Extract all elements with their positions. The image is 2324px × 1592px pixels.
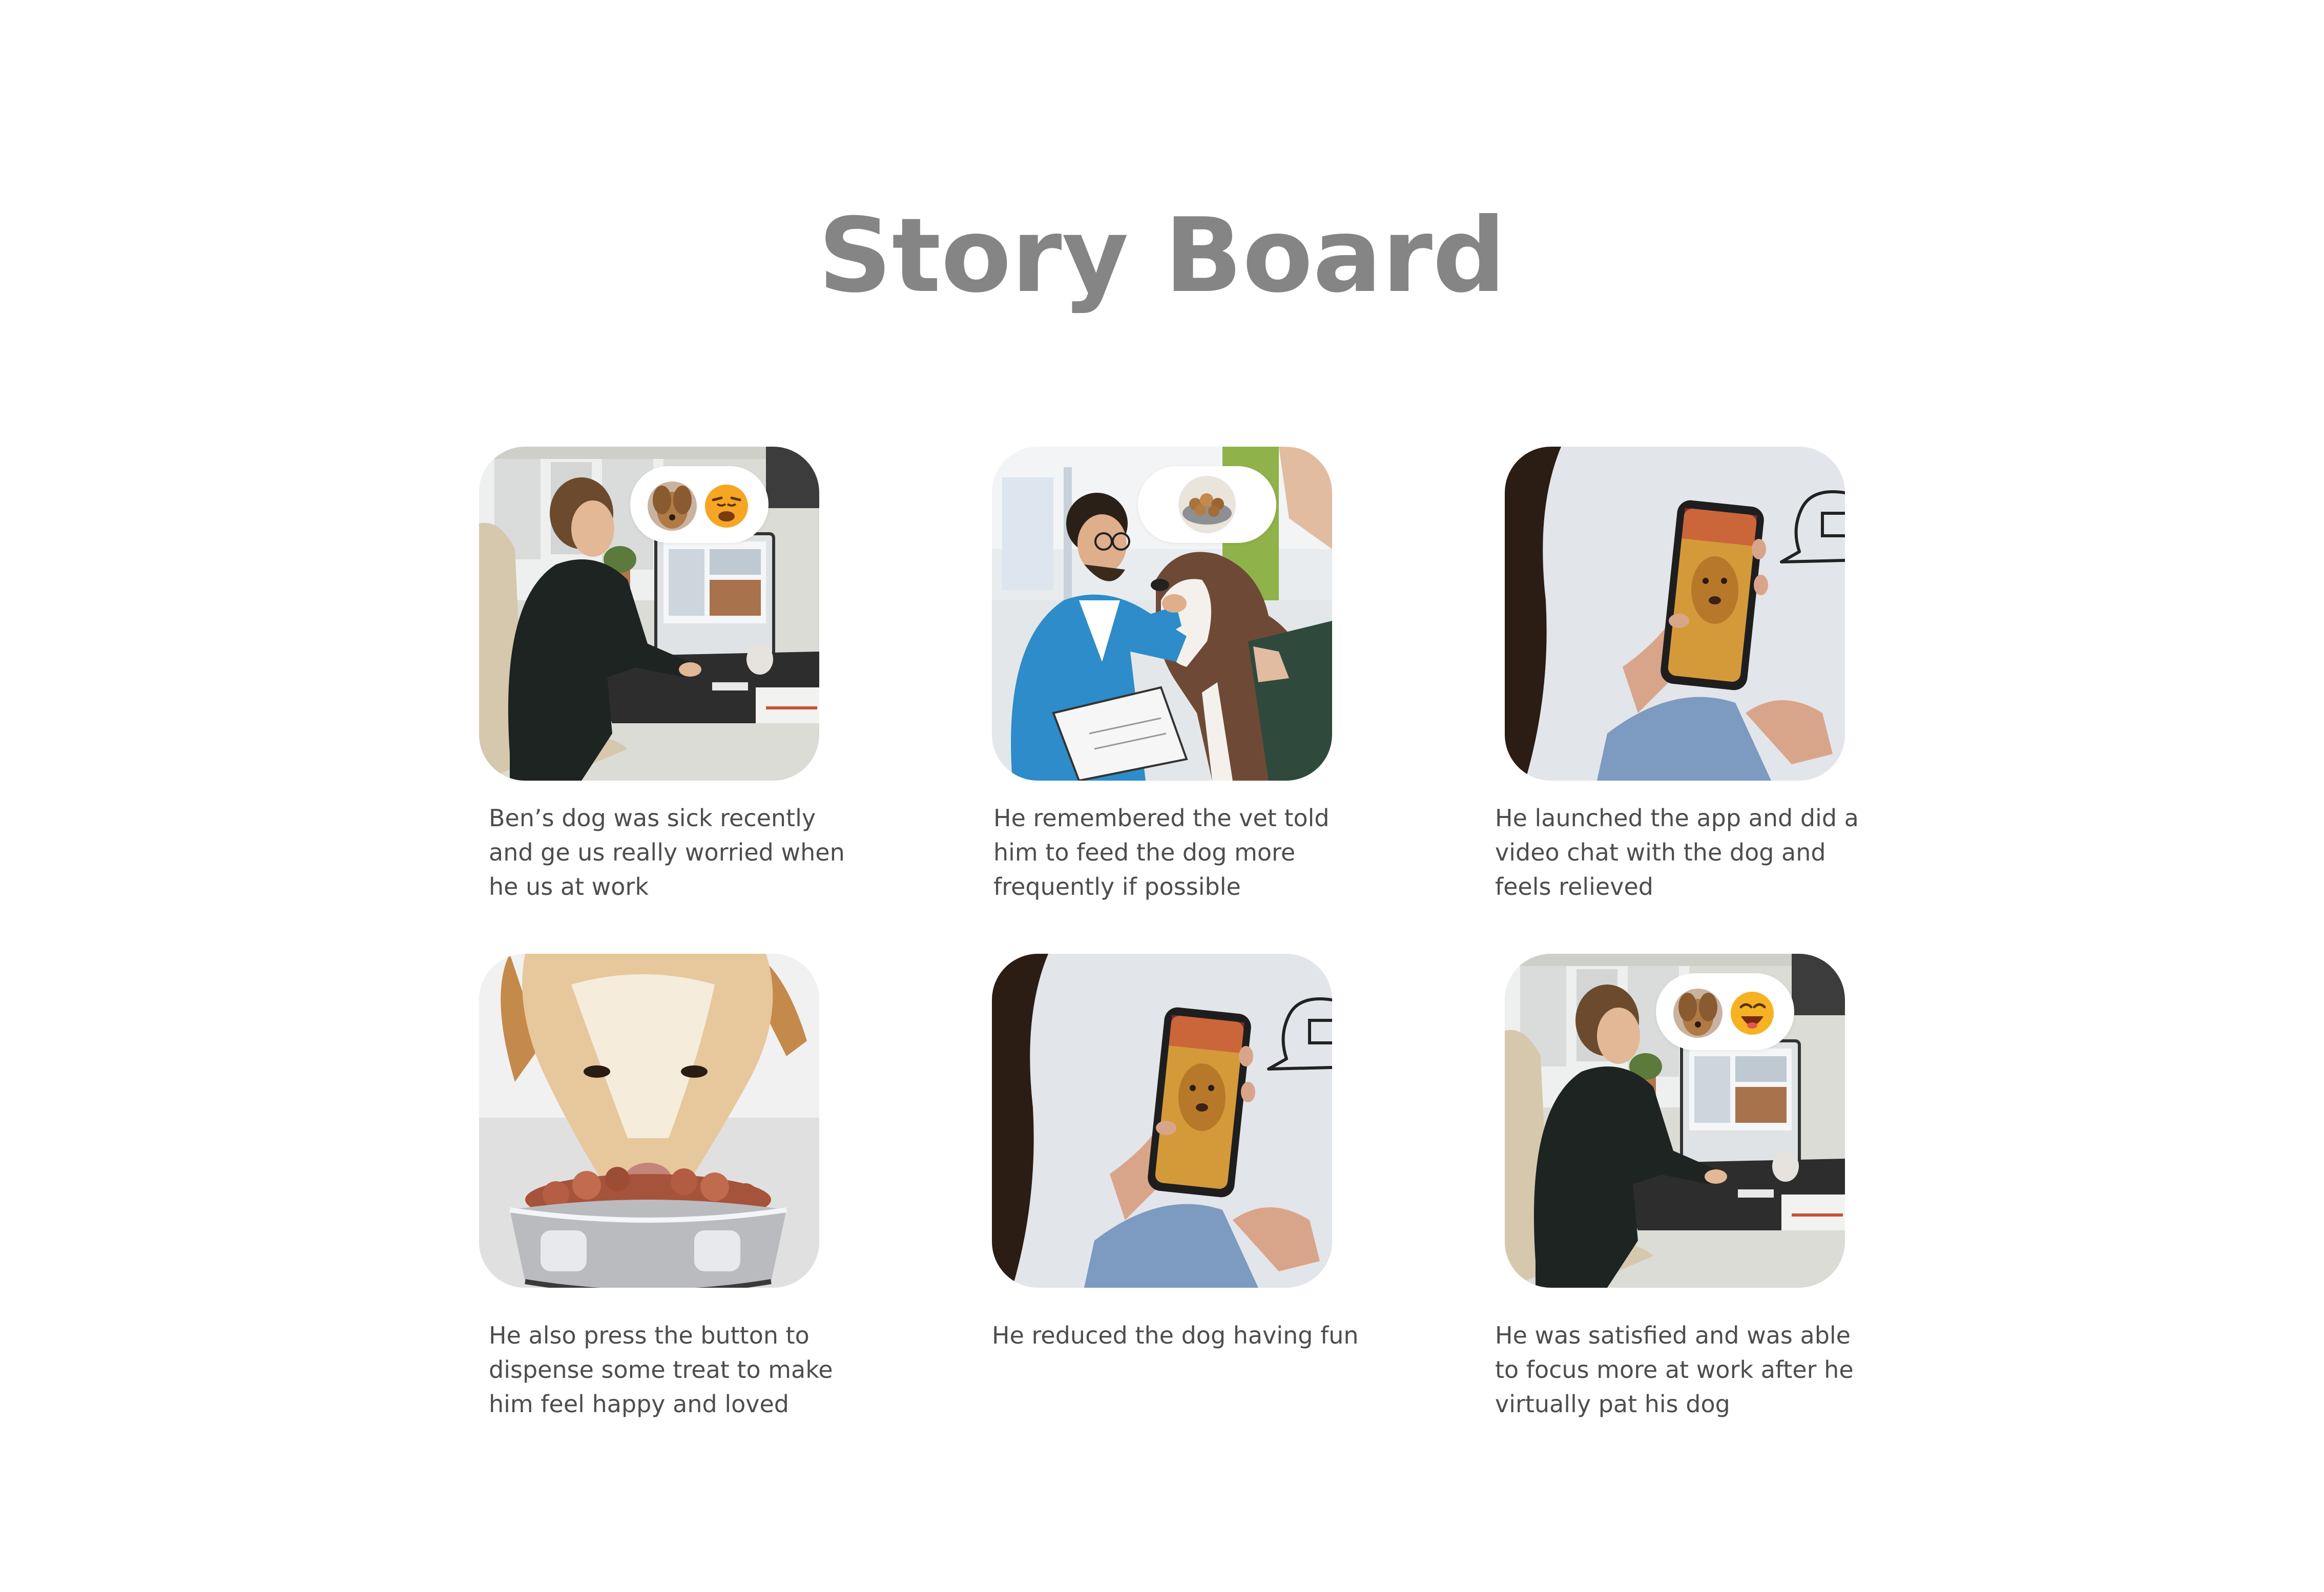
caption-2: He remembered the vet told him to feed t… [993,804,1330,900]
emotion-bubble [630,466,769,543]
caption-5: He reduced the dog having fun [992,1322,1359,1349]
storyboard-image-4 [479,954,819,1288]
storyboard-image-6 [1505,954,1845,1288]
bowl [509,1200,787,1288]
worried-face-icon [705,485,748,528]
storyboard-image-1 [479,447,819,781]
caption-4: He also press the button to dispense som… [489,1322,833,1418]
caption-6: He was satisfied and was able to focus m… [1495,1322,1854,1418]
storyboard-image-2 [992,447,1332,781]
dog-food-icon [1178,476,1236,533]
caption-1: Ben’s dog was sick recently and ge us re… [489,804,845,900]
emotion-bubble [1656,973,1794,1050]
storyboard-image-3 [1505,447,1845,781]
storyboard-image-5 [992,954,1332,1288]
happy-face-icon [1731,992,1774,1035]
page-title: Story Board [818,196,1506,316]
emotion-bubble [1138,466,1276,543]
dog-face-icon [648,481,697,531]
dog-face-icon [1673,989,1723,1038]
caption-3: He launched the app and did a video chat… [1495,804,1859,900]
